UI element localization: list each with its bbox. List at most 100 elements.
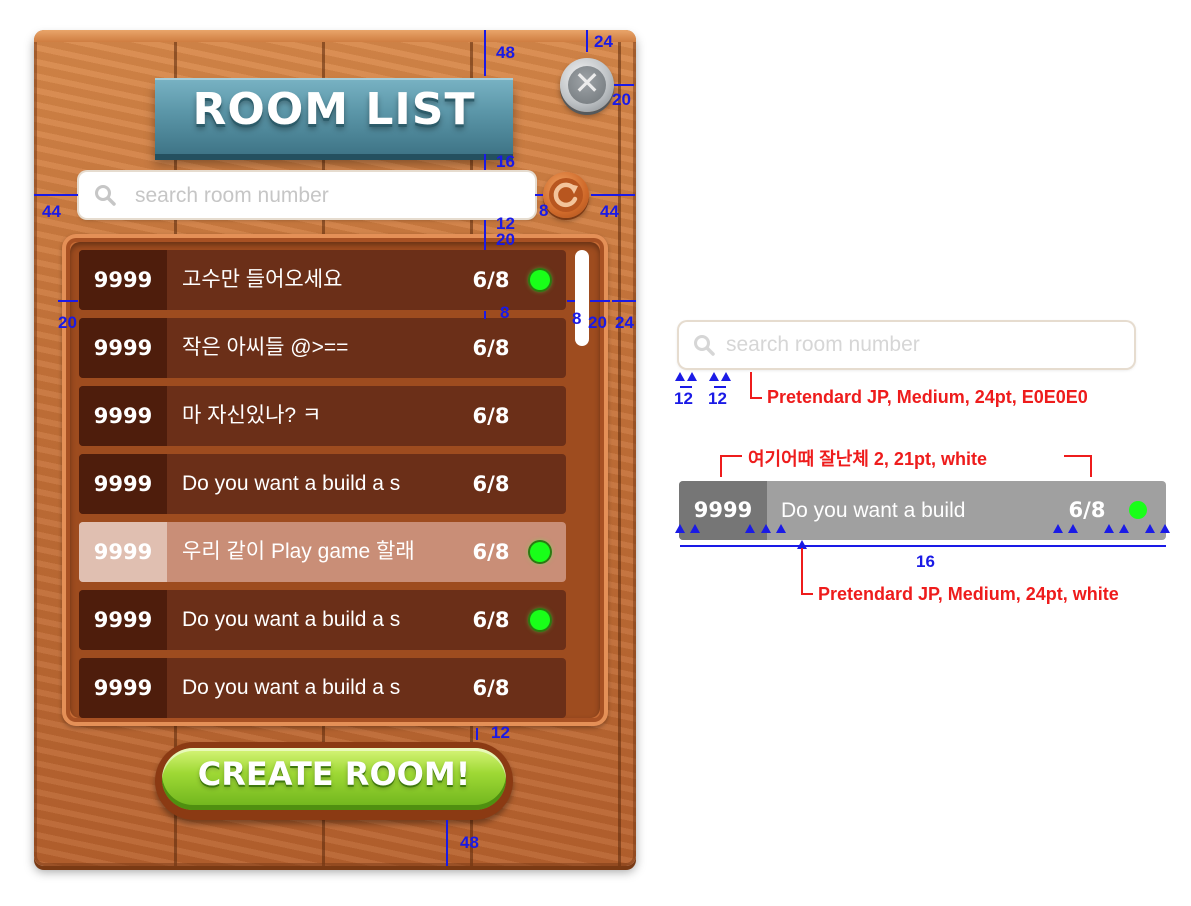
room-name: 마 자신있나? ㅋ xyxy=(182,404,322,427)
number-font-note: 여기어때 잘난체 2, 21pt, white xyxy=(748,449,987,469)
dim-label: 8 xyxy=(572,309,582,328)
refresh-icon xyxy=(549,178,583,212)
dim-arrow xyxy=(675,372,685,381)
room-name: Do you want a build a s xyxy=(182,676,401,699)
annotation-leader xyxy=(1064,455,1092,457)
player-count: 6/8 xyxy=(472,472,510,496)
dim-line xyxy=(484,311,486,319)
annotation-leader xyxy=(750,372,752,398)
scrollbar-thumb[interactable] xyxy=(575,250,589,346)
dim-arrow xyxy=(721,372,731,381)
dim-line xyxy=(614,84,634,86)
dim-arrow xyxy=(776,524,786,533)
room-row[interactable]: 9999 마 자신있나? ㅋ 6/8 xyxy=(79,386,566,446)
spec-search-bar: search room number xyxy=(679,322,1134,368)
room-name: Do you want a build a s xyxy=(182,472,401,495)
dim-label: 12 xyxy=(708,389,727,408)
player-count: 6/8 xyxy=(472,676,510,700)
search-icon xyxy=(95,185,116,206)
annotation-leader xyxy=(801,548,803,594)
dim-label: 12 xyxy=(491,723,510,742)
dim-label: 20 xyxy=(58,313,77,332)
refresh-button[interactable] xyxy=(543,172,589,218)
room-number: 9999 xyxy=(93,336,153,360)
dim-line xyxy=(714,386,726,388)
search-input[interactable] xyxy=(133,178,527,214)
dim-label: 8 xyxy=(539,201,549,220)
close-icon: ✕ xyxy=(573,64,601,102)
dim-arrow xyxy=(1160,524,1170,533)
dim-label: 44 xyxy=(42,202,61,221)
dim-label: 44 xyxy=(600,202,619,221)
room-row[interactable]: 9999 Do you want a build a s 6/8 xyxy=(79,658,566,718)
room-row[interactable]: 9999 Do you want a build a s 6/8 xyxy=(79,590,566,650)
annotation-leader xyxy=(720,455,722,477)
player-count: 6/8 xyxy=(472,268,510,292)
annotation-leader xyxy=(720,455,742,457)
dim-line xyxy=(34,194,78,196)
dim-arrow xyxy=(675,524,685,533)
dim-line xyxy=(484,232,486,250)
create-room-label: CREATE ROOM! xyxy=(197,755,471,793)
annotation-leader xyxy=(750,397,762,399)
room-number: 9999 xyxy=(93,404,153,428)
dim-label: 12 xyxy=(674,389,693,408)
dim-label: 24 xyxy=(594,32,613,51)
dim-line xyxy=(535,194,543,196)
search-icon xyxy=(694,335,715,356)
annotation-leader xyxy=(1090,455,1092,477)
dim-arrow xyxy=(1145,524,1155,533)
dim-line xyxy=(591,194,635,196)
room-row[interactable]: 9999 작은 아씨들 @>== 6/8 xyxy=(79,318,566,378)
dim-arrow xyxy=(1119,524,1129,533)
dim-line xyxy=(484,220,486,232)
room-number: 9999 xyxy=(93,676,153,700)
online-indicator xyxy=(1129,501,1147,519)
dim-line xyxy=(58,300,78,302)
dim-label: 16 xyxy=(496,152,515,171)
dim-arrow xyxy=(745,524,755,533)
player-count: 6/8 xyxy=(472,336,510,360)
room-number: 9999 xyxy=(93,472,153,496)
dim-line xyxy=(484,154,486,170)
name-font-note: Pretendard JP, Medium, 24pt, white xyxy=(818,584,1119,604)
search-font-note: Pretendard JP, Medium, 24pt, E0E0E0 xyxy=(767,387,1088,407)
dim-arrow xyxy=(1104,524,1114,533)
player-count: 6/8 xyxy=(472,608,510,632)
dim-label: 48 xyxy=(496,43,515,62)
room-row-selected[interactable]: 9999 우리 같이 Play game 할래 6/8 xyxy=(79,522,566,582)
dim-label: 16 xyxy=(916,552,935,571)
room-number: 9999 xyxy=(93,268,153,292)
room-name: Do you want a build a s xyxy=(182,608,401,631)
dim-label: 48 xyxy=(460,833,479,852)
close-button[interactable]: ✕ xyxy=(560,58,614,112)
search-bar[interactable] xyxy=(79,172,535,218)
online-indicator xyxy=(530,270,550,290)
room-number: 9999 xyxy=(93,540,153,564)
dim-arrow xyxy=(761,524,771,533)
dim-arrow xyxy=(687,372,697,381)
online-indicator xyxy=(530,610,550,630)
room-row[interactable]: 9999 고수만 들어오세요 6/8 xyxy=(79,250,566,310)
dim-line xyxy=(680,386,692,388)
dim-arrow xyxy=(709,372,719,381)
room-number: 9999 xyxy=(93,608,153,632)
dim-line xyxy=(586,30,588,52)
dim-arrow xyxy=(690,524,700,533)
dim-line xyxy=(680,545,1166,547)
online-indicator xyxy=(530,542,550,562)
dim-label: 20 xyxy=(496,230,515,249)
dim-arrow xyxy=(1053,524,1063,533)
room-name: 작은 아씨들 @>== xyxy=(182,336,349,359)
page-title: ROOM LIST xyxy=(192,84,476,135)
dim-label: 8 xyxy=(500,303,510,322)
dim-line xyxy=(612,300,636,302)
dim-line xyxy=(590,300,610,302)
room-name: 고수만 들어오세요 xyxy=(182,268,343,291)
room-row[interactable]: 9999 Do you want a build a s 6/8 xyxy=(79,454,566,514)
dim-line xyxy=(446,820,448,866)
dim-label: 24 xyxy=(615,313,634,332)
player-count: 6/8 xyxy=(472,404,510,428)
room-list[interactable]: 9999 고수만 들어오세요 6/8 9999 작은 아씨들 @>== 6/8 … xyxy=(70,242,600,718)
spec-search-placeholder: search room number xyxy=(726,333,920,356)
